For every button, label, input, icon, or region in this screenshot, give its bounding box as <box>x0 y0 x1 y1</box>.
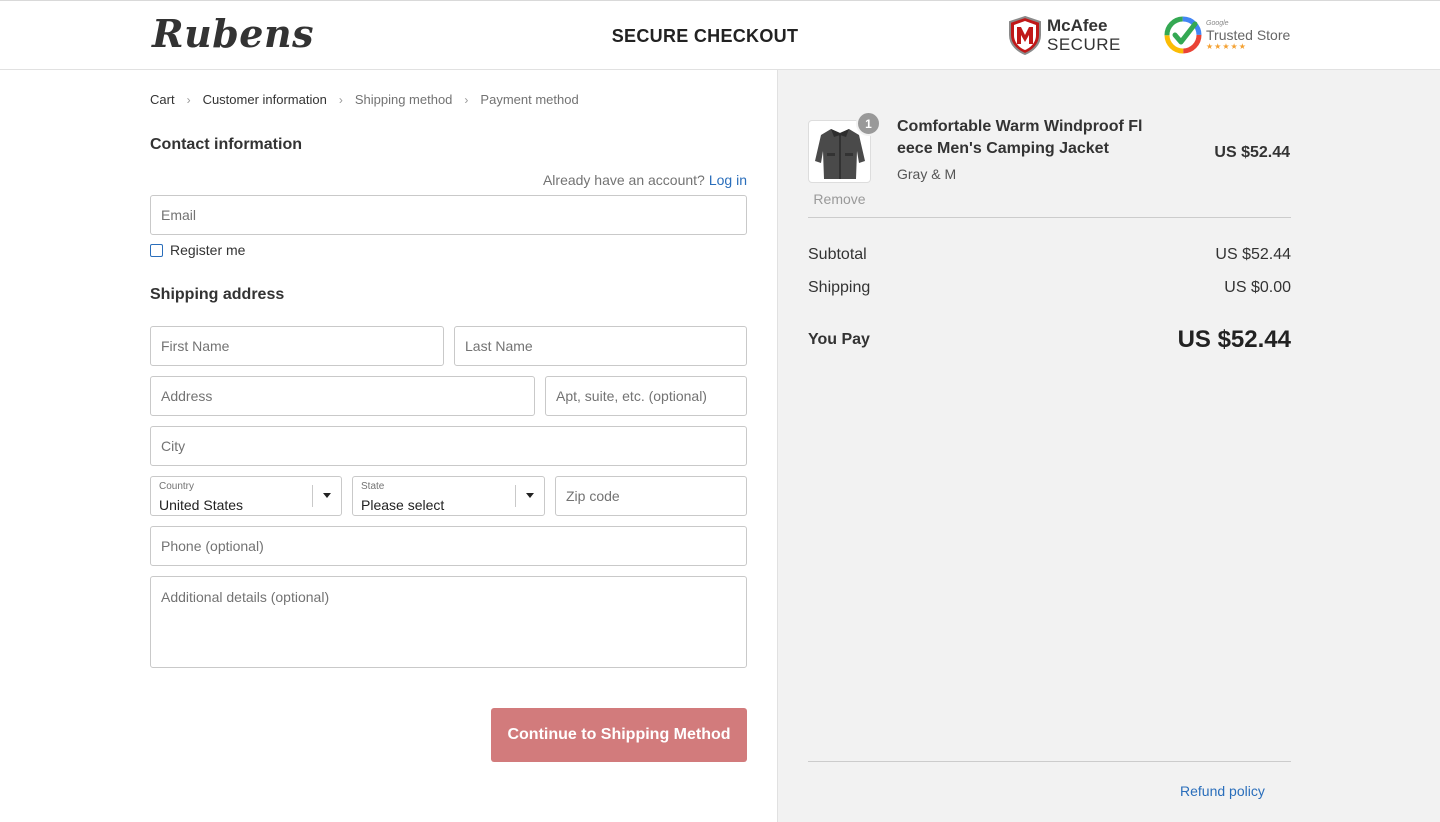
city-wrapper <box>150 426 747 466</box>
total-row: You Pay US $52.44 <box>808 326 1291 354</box>
phone-field[interactable] <box>151 527 746 565</box>
zip-field[interactable] <box>556 477 746 515</box>
select-divider <box>515 485 516 507</box>
shipping-value: US $0.00 <box>1224 279 1291 296</box>
city-field[interactable] <box>151 427 746 465</box>
remove-item-link[interactable]: Remove <box>808 191 871 207</box>
google-trusted-store-badge: Google Trusted Store ★★★★★ <box>1163 15 1290 55</box>
account-prompt-row: Already have an account? Log in <box>150 172 747 188</box>
login-link[interactable]: Log in <box>709 172 747 188</box>
breadcrumb: Cart › Customer information › Shipping m… <box>150 92 579 107</box>
subtotal-value: US $52.44 <box>1215 246 1291 263</box>
breadcrumb-shipping-method: Shipping method <box>354 92 453 107</box>
chevron-down-icon <box>526 493 534 498</box>
footer-divider <box>808 761 1291 762</box>
gts-label: Trusted Store <box>1206 26 1291 43</box>
email-field[interactable] <box>151 196 746 234</box>
state-value: Please select <box>361 497 445 513</box>
shipping-row: Shipping US $0.00 <box>808 279 1291 297</box>
country-label: Country <box>159 481 195 492</box>
gts-stars: ★★★★★ <box>1206 41 1247 51</box>
subtotal-label: Subtotal <box>808 246 867 263</box>
breadcrumb-separator: › <box>186 92 191 107</box>
refund-policy-link[interactable]: Refund policy <box>1180 783 1265 799</box>
mcafee-shield-icon <box>1009 15 1041 55</box>
shipping-label: Shipping <box>808 279 871 296</box>
register-label[interactable]: Register me <box>170 242 245 258</box>
chevron-down-icon <box>323 493 331 498</box>
address-wrapper <box>150 376 535 416</box>
continue-button[interactable]: Continue to Shipping Method <box>491 708 747 762</box>
apt-field[interactable] <box>546 377 746 415</box>
select-divider <box>312 485 313 507</box>
product-variant: Gray & M <box>897 166 957 182</box>
contact-section-title: Contact information <box>150 136 302 153</box>
zip-wrapper <box>555 476 747 516</box>
mcafee-brand: McAfee <box>1047 16 1108 35</box>
last-name-wrapper <box>454 326 747 366</box>
order-summary: 1 Remove Comfortable Warm Windproof Fl e… <box>777 70 1440 822</box>
total-value: US $52.44 <box>1177 326 1291 353</box>
breadcrumb-separator: › <box>464 92 469 107</box>
breadcrumb-cart[interactable]: Cart <box>150 92 175 107</box>
quantity-badge: 1 <box>856 111 881 136</box>
total-label: You Pay <box>808 331 870 348</box>
subtotal-row: Subtotal US $52.44 <box>808 246 1291 264</box>
address-field[interactable] <box>151 377 534 415</box>
register-checkbox[interactable] <box>150 243 163 257</box>
product-name: Comfortable Warm Windproof Fl eece Men's… <box>897 116 1157 160</box>
last-name-field[interactable] <box>455 327 746 365</box>
breadcrumb-customer-information: Customer information <box>202 92 327 107</box>
shipping-section-title: Shipping address <box>150 286 285 303</box>
country-value: United States <box>159 497 244 513</box>
breadcrumb-separator: › <box>338 92 343 107</box>
email-field-wrapper <box>150 195 747 235</box>
state-select[interactable]: State Please select <box>352 476 545 516</box>
product-name-line: Comfortable Warm Windproof Fl <box>897 118 1143 135</box>
details-wrapper <box>150 576 747 668</box>
summary-divider <box>808 217 1291 218</box>
mcafee-secure-label: SECURE <box>1047 35 1121 54</box>
site-header: Rubens SECURE CHECKOUT McAfee SECURE Goo… <box>0 0 1440 70</box>
product-name-line: eece Men's Camping Jacket <box>897 140 1109 157</box>
phone-wrapper <box>150 526 747 566</box>
mcafee-secure-badge: McAfee SECURE <box>1007 15 1121 55</box>
country-select[interactable]: Country United States <box>150 476 342 516</box>
product-price: US $52.44 <box>1214 144 1290 161</box>
first-name-wrapper <box>150 326 444 366</box>
account-prompt: Already have an account? <box>542 172 705 188</box>
register-row: Register me <box>150 242 245 258</box>
details-field[interactable] <box>151 577 746 667</box>
google-check-icon <box>1164 16 1202 54</box>
breadcrumb-payment-method: Payment method <box>480 92 579 107</box>
apt-wrapper <box>545 376 747 416</box>
first-name-field[interactable] <box>151 327 443 365</box>
state-label: State <box>361 481 385 492</box>
